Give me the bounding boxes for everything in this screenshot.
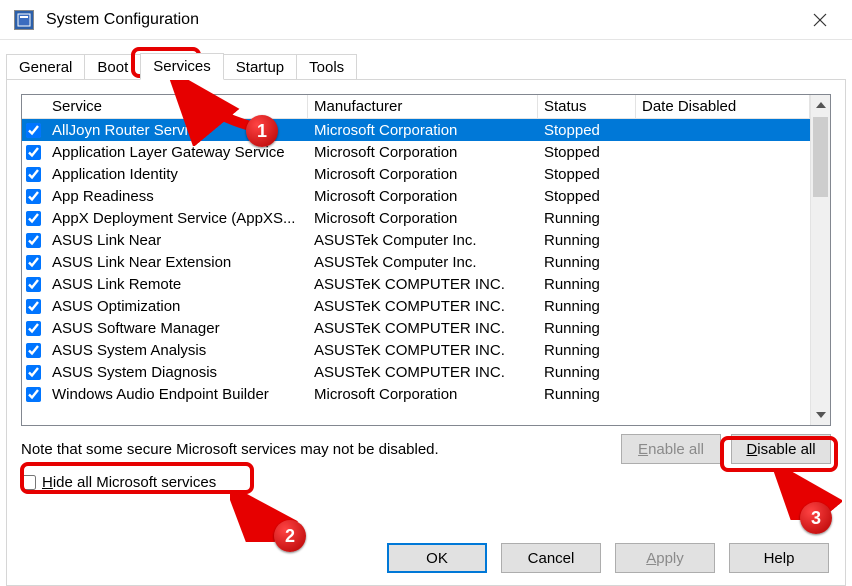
- row-checkbox[interactable]: [26, 387, 41, 402]
- tab-general[interactable]: General: [6, 54, 85, 80]
- cell-manufacturer: ASUSTeK COMPUTER INC.: [308, 342, 538, 359]
- cell-status: Stopped: [538, 144, 636, 161]
- cell-manufacturer: ASUSTeK COMPUTER INC.: [308, 298, 538, 315]
- service-row[interactable]: App ReadinessMicrosoft CorporationStoppe…: [22, 185, 810, 207]
- msconfig-app-icon: [14, 10, 34, 30]
- column-status[interactable]: Status: [538, 95, 636, 119]
- service-row[interactable]: Windows Audio Endpoint BuilderMicrosoft …: [22, 383, 810, 405]
- cell-status: Running: [538, 276, 636, 293]
- cell-status: Running: [538, 320, 636, 337]
- disable-all-button[interactable]: Disable all: [731, 434, 831, 464]
- cell-status: Stopped: [538, 166, 636, 183]
- cell-status: Running: [538, 232, 636, 249]
- close-icon: [813, 13, 827, 27]
- cell-manufacturer: Microsoft Corporation: [308, 210, 538, 227]
- service-row[interactable]: ASUS Link NearASUSTek Computer Inc.Runni…: [22, 229, 810, 251]
- tab-startup[interactable]: Startup: [223, 54, 297, 80]
- service-row[interactable]: Application Layer Gateway ServiceMicroso…: [22, 141, 810, 163]
- service-row[interactable]: ASUS Software ManagerASUSTeK COMPUTER IN…: [22, 317, 810, 339]
- cell-status: Running: [538, 254, 636, 271]
- tab-boot[interactable]: Boot: [84, 54, 141, 80]
- cell-service: ASUS Link Near Extension: [46, 254, 308, 271]
- row-checkbox[interactable]: [26, 255, 41, 270]
- disable-all-mnemonic: D: [746, 441, 757, 458]
- enable-all-mnemonic: E: [638, 441, 648, 458]
- cell-manufacturer: ASUSTeK COMPUTER INC.: [308, 320, 538, 337]
- cell-manufacturer: Microsoft Corporation: [308, 122, 538, 139]
- row-checkbox[interactable]: [26, 211, 41, 226]
- column-service[interactable]: Service: [46, 95, 308, 119]
- enable-all-button[interactable]: Enable all: [621, 434, 721, 464]
- services-list: Service Manufacturer Status Date Disable…: [21, 94, 831, 426]
- service-row[interactable]: ASUS Link RemoteASUSTeK COMPUTER INC.Run…: [22, 273, 810, 295]
- row-checkbox[interactable]: [26, 277, 41, 292]
- service-row[interactable]: Application IdentityMicrosoft Corporatio…: [22, 163, 810, 185]
- cell-manufacturer: Microsoft Corporation: [308, 188, 538, 205]
- scrollbar-thumb[interactable]: [813, 117, 828, 197]
- disable-all-label: isable all: [757, 441, 815, 458]
- cell-manufacturer: Microsoft Corporation: [308, 144, 538, 161]
- tab-services[interactable]: Services: [140, 53, 224, 80]
- enable-all-label: nable all: [648, 441, 704, 458]
- cell-service: Windows Audio Endpoint Builder: [46, 386, 308, 403]
- cell-service: AllJoyn Router Service: [46, 122, 308, 139]
- cell-service: ASUS Software Manager: [46, 320, 308, 337]
- service-row[interactable]: ASUS System AnalysisASUSTeK COMPUTER INC…: [22, 339, 810, 361]
- row-checkbox[interactable]: [26, 321, 41, 336]
- cell-service: ASUS Link Near: [46, 232, 308, 249]
- cell-manufacturer: ASUSTek Computer Inc.: [308, 232, 538, 249]
- help-button[interactable]: Help: [729, 543, 829, 573]
- cell-manufacturer: ASUSTeK COMPUTER INC.: [308, 276, 538, 293]
- cell-status: Running: [538, 298, 636, 315]
- cell-service: Application Identity: [46, 166, 308, 183]
- row-checkbox[interactable]: [26, 145, 41, 160]
- row-checkbox[interactable]: [26, 343, 41, 358]
- cancel-button[interactable]: Cancel: [501, 543, 601, 573]
- scroll-down-icon[interactable]: [811, 405, 830, 425]
- cell-service: ASUS Optimization: [46, 298, 308, 315]
- service-row[interactable]: ASUS Link Near ExtensionASUSTek Computer…: [22, 251, 810, 273]
- cell-service: ASUS System Analysis: [46, 342, 308, 359]
- service-row[interactable]: AllJoyn Router ServiceMicrosoft Corporat…: [22, 119, 810, 141]
- row-checkbox[interactable]: [26, 365, 41, 380]
- service-row[interactable]: ASUS System DiagnosisASUSTeK COMPUTER IN…: [22, 361, 810, 383]
- row-checkbox[interactable]: [26, 299, 41, 314]
- cell-service: Application Layer Gateway Service: [46, 144, 308, 161]
- column-date-disabled[interactable]: Date Disabled: [636, 95, 810, 119]
- cell-status: Stopped: [538, 188, 636, 205]
- cell-service: ASUS System Diagnosis: [46, 364, 308, 381]
- row-checkbox[interactable]: [26, 167, 41, 182]
- column-manufacturer[interactable]: Manufacturer: [308, 95, 538, 119]
- cell-status: Running: [538, 210, 636, 227]
- tab-tools[interactable]: Tools: [296, 54, 357, 80]
- tab-strip: GeneralBootServicesStartupTools: [0, 40, 852, 80]
- close-button[interactable]: [798, 0, 842, 40]
- hide-microsoft-services-label[interactable]: Hide all Microsoft services: [42, 474, 216, 491]
- cell-status: Running: [538, 342, 636, 359]
- service-row[interactable]: ASUS OptimizationASUSTeK COMPUTER INC.Ru…: [22, 295, 810, 317]
- cell-service: App Readiness: [46, 188, 308, 205]
- cell-manufacturer: ASUSTeK COMPUTER INC.: [308, 364, 538, 381]
- apply-button[interactable]: Apply: [615, 543, 715, 573]
- row-checkbox[interactable]: [26, 123, 41, 138]
- ok-button[interactable]: OK: [387, 543, 487, 573]
- cell-manufacturer: Microsoft Corporation: [308, 166, 538, 183]
- secure-services-note: Note that some secure Microsoft services…: [21, 441, 439, 458]
- cell-service: ASUS Link Remote: [46, 276, 308, 293]
- cell-manufacturer: ASUSTek Computer Inc.: [308, 254, 538, 271]
- cell-status: Stopped: [538, 122, 636, 139]
- window-title: System Configuration: [46, 11, 798, 29]
- hide-microsoft-services-checkbox[interactable]: [21, 475, 36, 490]
- row-checkbox[interactable]: [26, 189, 41, 204]
- cell-status: Running: [538, 386, 636, 403]
- row-checkbox[interactable]: [26, 233, 41, 248]
- column-checkbox[interactable]: [22, 95, 46, 119]
- vertical-scrollbar[interactable]: [810, 95, 830, 425]
- cell-status: Running: [538, 364, 636, 381]
- scroll-up-icon[interactable]: [811, 95, 830, 115]
- cell-manufacturer: Microsoft Corporation: [308, 386, 538, 403]
- service-row[interactable]: AppX Deployment Service (AppXS...Microso…: [22, 207, 810, 229]
- cell-service: AppX Deployment Service (AppXS...: [46, 210, 308, 227]
